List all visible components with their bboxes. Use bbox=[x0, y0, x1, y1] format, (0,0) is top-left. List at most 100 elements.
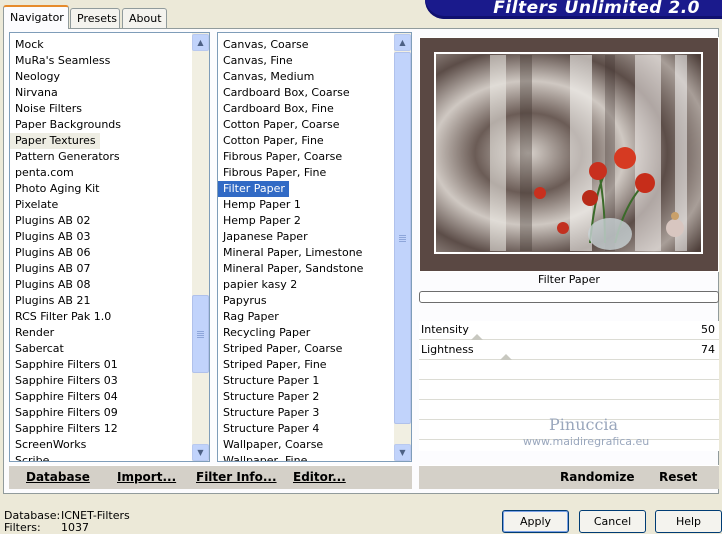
intensity-label: Intensity bbox=[421, 323, 469, 336]
filters-count-label: Filters: bbox=[4, 521, 41, 534]
list-item[interactable]: Sapphire Filters 01 bbox=[10, 357, 118, 373]
navigator-panel: Mock MuRa's Seamless Neology Nirvana Noise F… bbox=[3, 28, 719, 494]
reset-button[interactable]: Reset bbox=[659, 470, 697, 484]
randomize-button[interactable]: Randomize bbox=[560, 470, 634, 484]
list-item[interactable]: Neology bbox=[10, 69, 60, 85]
list-item[interactable]: Papyrus bbox=[218, 293, 267, 309]
list-item[interactable]: Photo Aging Kit bbox=[10, 181, 99, 197]
apply-button[interactable]: Apply bbox=[502, 510, 569, 533]
list-item[interactable]: Canvas, Coarse bbox=[218, 37, 309, 53]
list-item[interactable]: Rag Paper bbox=[218, 309, 279, 325]
database-label: Database bbox=[26, 470, 90, 484]
list-item[interactable]: Structure Paper 3 bbox=[218, 405, 319, 421]
import-label: Import... bbox=[117, 470, 177, 484]
list-item[interactable]: Striped Paper, Fine bbox=[218, 357, 327, 373]
list-item[interactable]: Sapphire Filters 03 bbox=[10, 373, 118, 389]
list-item[interactable]: Plugins AB 07 bbox=[10, 261, 90, 277]
list-item[interactable]: papier kasy 2 bbox=[218, 277, 297, 293]
list-item[interactable]: penta.com bbox=[10, 165, 74, 181]
list-item[interactable]: Plugins AB 03 bbox=[10, 229, 90, 245]
list-item[interactable]: ScreenWorks bbox=[10, 437, 86, 453]
lightness-label: Lightness bbox=[421, 343, 474, 356]
scroll-down-icon[interactable]: ▼ bbox=[192, 444, 209, 461]
list-item[interactable]: Structure Paper 1 bbox=[218, 373, 319, 389]
help-button[interactable]: Help bbox=[655, 510, 722, 533]
list-item[interactable]: Hemp Paper 2 bbox=[218, 213, 301, 229]
list-item[interactable]: Sapphire Filters 04 bbox=[10, 389, 118, 405]
intensity-value: 50 bbox=[701, 323, 715, 336]
list-item[interactable]: Mineral Paper, Limestone bbox=[218, 245, 362, 261]
list-item[interactable]: Sabercat bbox=[10, 341, 64, 357]
category-scrollbar[interactable]: ▲ ▼ bbox=[192, 33, 209, 461]
list-item[interactable]: Japanese Paper bbox=[218, 229, 308, 245]
tab-about[interactable]: About bbox=[122, 8, 167, 29]
editor-button[interactable]: Editor... bbox=[293, 470, 346, 484]
preview-frame bbox=[419, 37, 719, 272]
watermark-url: www.maidiregrafica.eu bbox=[523, 435, 650, 448]
list-item[interactable]: Scribe bbox=[10, 453, 49, 461]
list-item[interactable]: Mock bbox=[10, 37, 44, 53]
list-item[interactable]: Plugins AB 06 bbox=[10, 245, 90, 261]
intensity-slider[interactable]: Intensity 50 bbox=[419, 321, 719, 340]
list-item[interactable]: Plugins AB 21 bbox=[10, 293, 90, 309]
list-item[interactable]: Wallpaper, Coarse bbox=[218, 437, 323, 453]
list-item[interactable]: Wallpaper, Fine bbox=[218, 453, 307, 461]
filter-info-label: Filter Info... bbox=[196, 470, 277, 484]
list-item[interactable]: Pattern Generators bbox=[10, 149, 120, 165]
list-item[interactable]: Sapphire Filters 09 bbox=[10, 405, 118, 421]
list-item[interactable]: Recycling Paper bbox=[218, 325, 310, 341]
lightness-slider[interactable]: Lightness 74 bbox=[419, 341, 719, 360]
list-item[interactable]: Canvas, Fine bbox=[218, 53, 293, 69]
list-item[interactable]: Striped Paper, Coarse bbox=[218, 341, 342, 357]
slider-handle-icon[interactable] bbox=[471, 334, 483, 340]
product-banner: Filters Unlimited 2.0 bbox=[425, 0, 722, 19]
tab-navigator[interactable]: Navigator bbox=[3, 5, 69, 29]
category-list[interactable]: Mock MuRa's Seamless Neology Nirvana Noise F… bbox=[9, 32, 210, 462]
list-item[interactable]: Noise Filters bbox=[10, 101, 82, 117]
list-item[interactable]: Nirvana bbox=[10, 85, 58, 101]
product-title: Filters Unlimited 2.0 bbox=[493, 0, 700, 18]
empty-slider-row bbox=[419, 381, 719, 400]
list-item[interactable]: Cardboard Box, Fine bbox=[218, 101, 334, 117]
list-item[interactable]: Canvas, Medium bbox=[218, 69, 314, 85]
list-item[interactable]: Fibrous Paper, Coarse bbox=[218, 149, 342, 165]
list-item-selected[interactable]: Filter Paper bbox=[218, 180, 290, 198]
empty-slider-row bbox=[419, 361, 719, 380]
list-item[interactable]: Fibrous Paper, Fine bbox=[218, 165, 326, 181]
list-item[interactable]: Structure Paper 4 bbox=[218, 421, 319, 437]
slider-handle-icon[interactable] bbox=[500, 354, 512, 360]
scroll-down-icon[interactable]: ▼ bbox=[394, 444, 411, 461]
scroll-thumb[interactable] bbox=[394, 52, 411, 424]
list-item[interactable]: Plugins AB 02 bbox=[10, 213, 90, 229]
list-item[interactable]: MuRa's Seamless bbox=[10, 53, 110, 69]
list-item[interactable]: Mineral Paper, Sandstone bbox=[218, 261, 363, 277]
scroll-up-icon[interactable]: ▲ bbox=[394, 34, 411, 51]
list-item[interactable]: Cotton Paper, Fine bbox=[218, 133, 324, 149]
watermark-name: Pinuccia bbox=[549, 415, 619, 434]
list-item[interactable]: Render bbox=[10, 325, 54, 341]
list-item[interactable]: Sapphire Filters 12 bbox=[10, 421, 118, 437]
filter-scrollbar[interactable]: ▲ ▼ bbox=[394, 33, 411, 461]
parameter-button-bar: Randomize Reset bbox=[419, 465, 719, 489]
list-item[interactable]: Plugins AB 08 bbox=[10, 277, 90, 293]
list-item[interactable]: Pixelate bbox=[10, 197, 58, 213]
scroll-up-icon[interactable]: ▲ bbox=[192, 34, 209, 51]
database-button[interactable]: Database bbox=[26, 470, 90, 484]
list-item[interactable]: RCS Filter Pak 1.0 bbox=[10, 309, 111, 325]
lightness-value: 74 bbox=[701, 343, 715, 356]
list-item[interactable]: Cardboard Box, Coarse bbox=[218, 85, 350, 101]
navigator-button-bar: Database Import... Filter Info... Editor… bbox=[9, 465, 412, 489]
filter-list[interactable]: Canvas, Coarse Canvas, Fine Canvas, Medium… bbox=[217, 32, 412, 462]
filter-info-button[interactable]: Filter Info... bbox=[196, 470, 277, 484]
cancel-button[interactable]: Cancel bbox=[579, 510, 646, 533]
import-button[interactable]: Import... bbox=[117, 470, 176, 484]
list-item[interactable]: Paper Backgrounds bbox=[10, 117, 121, 133]
tab-presets[interactable]: Presets bbox=[70, 8, 120, 29]
scroll-thumb[interactable] bbox=[192, 295, 209, 373]
list-item[interactable]: Cotton Paper, Coarse bbox=[218, 117, 340, 133]
list-item[interactable]: Structure Paper 2 bbox=[218, 389, 319, 405]
list-item-selected[interactable]: Paper Textures bbox=[10, 133, 100, 149]
filters-count-value: 1037 bbox=[61, 521, 89, 534]
progress-bar bbox=[419, 291, 719, 303]
list-item[interactable]: Hemp Paper 1 bbox=[218, 197, 301, 213]
